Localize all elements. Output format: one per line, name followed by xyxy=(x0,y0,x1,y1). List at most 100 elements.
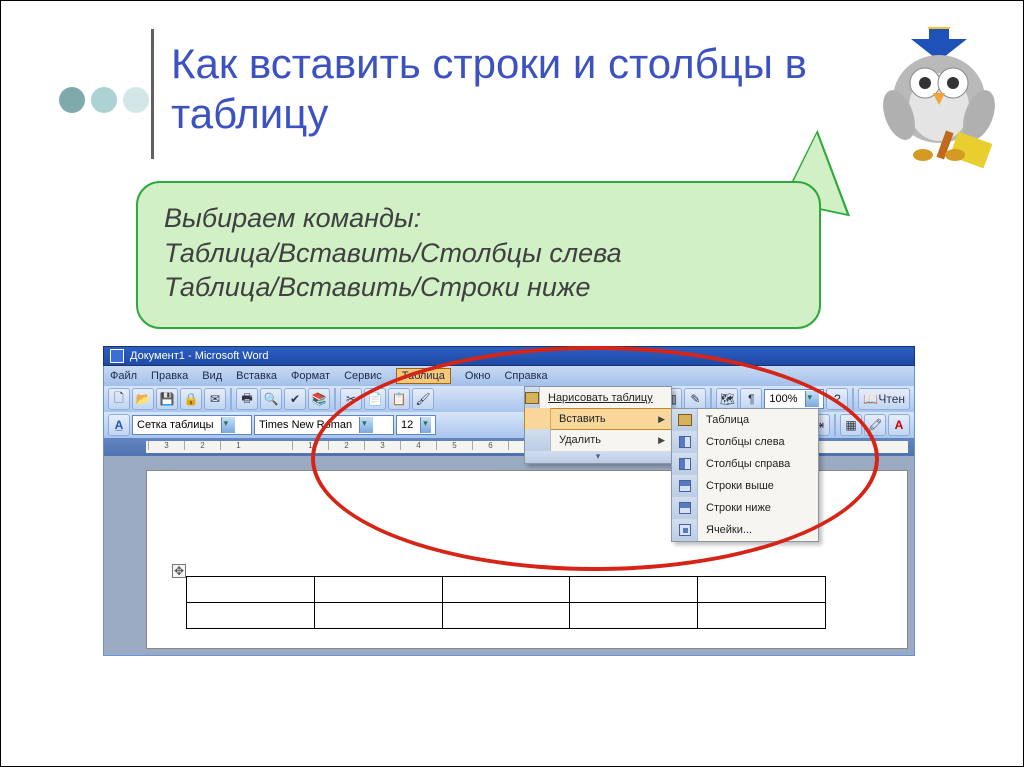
rows-above-icon xyxy=(672,475,698,497)
style-combo[interactable]: Сетка таблицы xyxy=(132,415,252,435)
menu-item-insert-table[interactable]: Таблица xyxy=(672,409,818,431)
separator xyxy=(852,388,854,410)
menu-item-cells[interactable]: Ячейки... xyxy=(672,519,818,541)
rows-below-icon xyxy=(672,497,698,519)
menu-item-label: Ячейки... xyxy=(698,524,818,536)
ruler-tick: 5 xyxy=(436,441,472,450)
menu-format[interactable]: Формат xyxy=(291,370,330,382)
help-icon[interactable]: ? xyxy=(826,388,848,410)
submenu-arrow-icon: ▶ xyxy=(658,435,671,446)
submenu-insert[interactable]: Таблица Столбцы слева Столбцы справа Стр… xyxy=(671,408,819,542)
bubble-line: Таблица/Вставить/Строки ниже xyxy=(164,270,793,305)
blank-icon xyxy=(525,429,551,451)
permissions-icon[interactable]: 🔒 xyxy=(180,388,202,410)
borders-icon[interactable]: ▦ xyxy=(840,414,862,436)
open-icon[interactable]: 📂 xyxy=(132,388,154,410)
menu-expand-chevron-icon[interactable]: ▾ xyxy=(525,451,671,463)
owl-mascot xyxy=(871,27,1001,187)
menu-file[interactable]: Файл xyxy=(110,370,137,382)
blank-icon xyxy=(525,408,551,430)
ruler-tick: 2 xyxy=(184,441,220,450)
separator xyxy=(834,414,836,436)
columns-right-icon xyxy=(672,453,698,475)
show-marks-icon[interactable]: ¶ xyxy=(740,388,762,410)
speech-bubble: Выбираем команды: Таблица/Вставить/Столб… xyxy=(136,181,821,329)
ruler-tick: 1 xyxy=(220,441,256,450)
reading-label: Чтен xyxy=(878,392,905,406)
spell-check-icon[interactable]: ✔ xyxy=(284,388,306,410)
research-icon[interactable]: 📚 xyxy=(308,388,330,410)
dropdown-icon[interactable] xyxy=(221,417,235,433)
title-divider xyxy=(151,29,154,159)
style-value: Сетка таблицы xyxy=(137,419,214,431)
menu-item-draw-table[interactable]: Нарисовать таблицу xyxy=(525,387,671,409)
menu-item-label: Вставить xyxy=(551,413,658,425)
format-painter-icon[interactable]: 🖌 xyxy=(412,388,434,410)
cut-icon[interactable]: ✂ xyxy=(340,388,362,410)
paste-icon[interactable]: 📋 xyxy=(388,388,410,410)
reading-mode-button[interactable]: 📖 Чтен xyxy=(858,388,910,410)
size-combo[interactable]: 12 xyxy=(396,415,436,435)
table-cell[interactable] xyxy=(570,603,698,629)
dropdown-icon[interactable] xyxy=(805,391,819,407)
table-cell[interactable] xyxy=(442,577,570,603)
print-icon[interactable]: 🖶 xyxy=(236,388,258,410)
menu-item-rows-below[interactable]: Строки ниже xyxy=(672,497,818,519)
separator xyxy=(230,388,232,410)
menu-item-label: Строки выше xyxy=(698,480,818,492)
table-cell[interactable] xyxy=(698,603,826,629)
bubble-line: Выбираем команды: xyxy=(164,201,793,236)
highlight-icon[interactable]: 🖍 xyxy=(864,414,886,436)
menu-table[interactable]: Таблица xyxy=(396,368,451,384)
menu-window[interactable]: Окно xyxy=(465,370,491,382)
document-table[interactable] xyxy=(186,576,826,629)
menu-insert[interactable]: Вставка xyxy=(236,370,277,382)
menu-item-label: Таблица xyxy=(698,414,818,426)
table-cell[interactable] xyxy=(187,603,315,629)
word-menubar[interactable]: Файл Правка Вид Вставка Формат Сервис Та… xyxy=(103,366,915,386)
insert-table-icon xyxy=(672,409,698,431)
zoom-combo[interactable]: 100% xyxy=(764,389,824,409)
menu-help[interactable]: Справка xyxy=(504,370,547,382)
font-value: Times New Roman xyxy=(259,419,352,431)
mail-icon[interactable]: ✉ xyxy=(204,388,226,410)
submenu-arrow-icon: ▶ xyxy=(658,414,671,425)
doc-map-icon[interactable]: 🗺 xyxy=(716,388,738,410)
new-doc-icon[interactable]: 🗋 xyxy=(108,388,130,410)
ruler-tick: 3 xyxy=(148,441,184,450)
menu-item-delete[interactable]: Удалить ▶ xyxy=(525,429,671,451)
drawing-icon[interactable]: ✎ xyxy=(684,388,706,410)
table-cell[interactable] xyxy=(570,577,698,603)
menu-item-rows-above[interactable]: Строки выше xyxy=(672,475,818,497)
menu-edit[interactable]: Правка xyxy=(151,370,188,382)
separator xyxy=(334,388,336,410)
font-combo[interactable]: Times New Roman xyxy=(254,415,394,435)
table-move-handle-icon[interactable]: ✥ xyxy=(172,564,186,578)
table-cell[interactable] xyxy=(314,603,442,629)
menu-view[interactable]: Вид xyxy=(202,370,222,382)
bullet-dot xyxy=(59,87,85,113)
slide-title: Как вставить строки и столбцы в таблицу xyxy=(171,39,851,138)
menu-tools[interactable]: Сервис xyxy=(344,370,382,382)
menu-item-columns-right[interactable]: Столбцы справа xyxy=(672,453,818,475)
ruler-tick: 6 xyxy=(472,441,508,450)
copy-icon[interactable]: 📄 xyxy=(364,388,386,410)
print-preview-icon[interactable]: 🔍 xyxy=(260,388,282,410)
draw-table-icon xyxy=(525,387,540,409)
ruler-tick: 1 xyxy=(292,441,328,450)
table-cell[interactable] xyxy=(698,577,826,603)
styles-icon[interactable]: A̲ xyxy=(108,414,130,436)
menu-item-insert[interactable]: Вставить ▶ xyxy=(524,408,672,430)
table-cell[interactable] xyxy=(314,577,442,603)
menu-item-columns-left[interactable]: Столбцы слева xyxy=(672,431,818,453)
dropdown-icon[interactable] xyxy=(359,417,373,433)
word-title-text: Документ1 - Microsoft Word xyxy=(130,350,268,362)
dropdown-icon[interactable] xyxy=(420,417,431,433)
menu-item-label: Удалить xyxy=(551,434,658,446)
table-cell[interactable] xyxy=(442,603,570,629)
table-cell[interactable] xyxy=(187,577,315,603)
ruler-tick: 2 xyxy=(328,441,364,450)
save-icon[interactable]: 💾 xyxy=(156,388,178,410)
menu-table-dropdown[interactable]: Нарисовать таблицу Вставить ▶ Удалить ▶ … xyxy=(524,386,672,464)
font-color-icon[interactable]: A xyxy=(888,414,910,436)
